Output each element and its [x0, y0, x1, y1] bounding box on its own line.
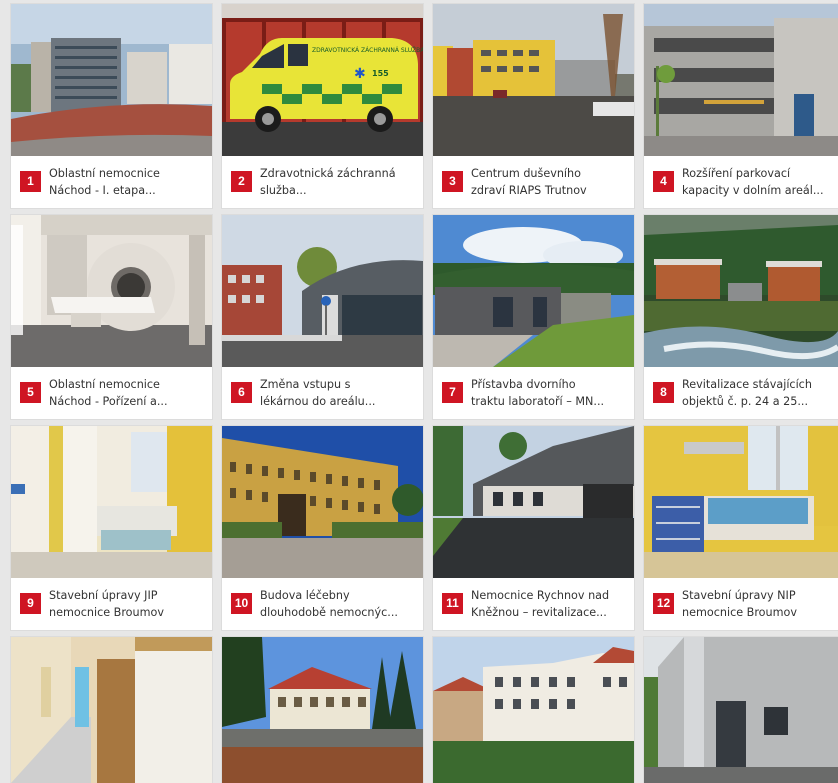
- project-title-line: nemocnice Broumov: [49, 606, 164, 619]
- project-caption: 6 Změna vstupu s lékárnou do areálu...: [222, 367, 423, 419]
- project-card[interactable]: 9 Stavební úpravy JIP nemocnice Broumov: [11, 426, 212, 630]
- project-number-badge: 9: [20, 593, 41, 614]
- project-card[interactable]: [222, 637, 423, 783]
- project-title-line: Oblastní nemocnice: [49, 378, 160, 391]
- project-photo[interactable]: [433, 637, 634, 783]
- project-photo[interactable]: [11, 4, 212, 156]
- svg-text:✱: ✱: [354, 66, 366, 82]
- project-photo[interactable]: [644, 637, 838, 783]
- project-caption: 10 Budova léčebny dlouhodobě nemocnýc...: [222, 578, 423, 630]
- project-card[interactable]: 5 Oblastní nemocnice Náchod - Pořízení a.…: [11, 215, 212, 419]
- project-title[interactable]: Budova léčebny dlouhodobě nemocnýc...: [260, 587, 415, 621]
- project-title-line: dlouhodobě nemocnýc...: [260, 606, 398, 619]
- project-title[interactable]: Stavební úpravy NIP nemocnice Broumov: [682, 587, 830, 621]
- project-photo[interactable]: [11, 215, 212, 367]
- project-caption: 7 Přístavba dvorního traktu laboratoří – …: [433, 367, 634, 419]
- project-title-line: Kněžnou – revitalizace...: [471, 606, 607, 619]
- project-card[interactable]: 11 Nemocnice Rychnov nad Kněžnou – revita…: [433, 426, 634, 630]
- project-photo[interactable]: [222, 215, 423, 367]
- project-title[interactable]: Oblastní nemocnice Náchod - I. etapa...: [49, 165, 204, 199]
- project-title-line: nemocnice Broumov: [682, 606, 797, 619]
- project-title-line: Oblastní nemocnice: [49, 167, 160, 180]
- project-number-badge: 7: [442, 382, 463, 403]
- ambulance-lettering: ZDRAVOTNICKÁ ZÁCHRANNÁ SLUŽBA: [312, 46, 423, 54]
- project-number-badge: 8: [653, 382, 674, 403]
- project-title-line: traktu laboratoří – MN...: [471, 395, 605, 408]
- project-number-badge: 11: [442, 593, 463, 614]
- project-title[interactable]: Změna vstupu s lékárnou do areálu...: [260, 376, 415, 410]
- project-number-badge: 3: [442, 171, 463, 192]
- project-caption: 12 Stavební úpravy NIP nemocnice Broumov: [644, 578, 838, 630]
- ambulance-number: 155: [372, 69, 389, 78]
- project-title-line: Přístavba dvorního: [471, 378, 576, 391]
- project-title[interactable]: Rozšíření parkovací kapacity v dolním are…: [682, 165, 830, 199]
- project-photo[interactable]: [644, 426, 838, 578]
- project-photo[interactable]: [11, 637, 212, 783]
- project-title-line: Změna vstupu s: [260, 378, 351, 391]
- project-title[interactable]: Stavební úpravy JIP nemocnice Broumov: [49, 587, 204, 621]
- project-photo[interactable]: [433, 4, 634, 156]
- project-title-line: Stavební úpravy JIP: [49, 589, 158, 602]
- project-caption: 8 Revitalizace stávajících objektů č. p. …: [644, 367, 838, 419]
- project-card[interactable]: 6 Změna vstupu s lékárnou do areálu...: [222, 215, 423, 419]
- project-title[interactable]: Zdravotnická záchranná služba...: [260, 165, 415, 199]
- project-title[interactable]: Oblastní nemocnice Náchod - Pořízení a...: [49, 376, 204, 410]
- project-title-line: Revitalizace stávajících: [682, 378, 812, 391]
- project-photo[interactable]: [433, 215, 634, 367]
- project-title-line: služba...: [260, 184, 307, 197]
- project-number-badge: 2: [231, 171, 252, 192]
- project-caption: 4 Rozšíření parkovací kapacity v dolním a…: [644, 156, 838, 208]
- project-title-line: zdraví RIAPS Trutnov: [471, 184, 587, 197]
- project-title-line: lékárnou do areálu...: [260, 395, 376, 408]
- project-title[interactable]: Přístavba dvorního traktu laboratoří – MN…: [471, 376, 626, 410]
- project-number-badge: 10: [231, 593, 252, 614]
- project-caption: 9 Stavební úpravy JIP nemocnice Broumov: [11, 578, 212, 630]
- project-photo[interactable]: [644, 4, 838, 156]
- project-card[interactable]: [11, 637, 212, 783]
- project-card[interactable]: ZDRAVOTNICKÁ ZÁCHRANNÁ SLUŽBA 155 ✱ 2 Zd…: [222, 4, 423, 208]
- project-photo[interactable]: [222, 637, 423, 783]
- project-title-line: kapacity v dolním areál...: [682, 184, 824, 197]
- project-number-badge: 1: [20, 171, 41, 192]
- project-caption: 1 Oblastní nemocnice Náchod - I. etapa...: [11, 156, 212, 208]
- project-title-line: Zdravotnická záchranná: [260, 167, 396, 180]
- project-photo[interactable]: [11, 426, 212, 578]
- project-caption: 11 Nemocnice Rychnov nad Kněžnou – revita…: [433, 578, 634, 630]
- project-title-line: Stavební úpravy NIP: [682, 589, 796, 602]
- project-card[interactable]: 7 Přístavba dvorního traktu laboratoří – …: [433, 215, 634, 419]
- project-photo[interactable]: [433, 426, 634, 578]
- project-title[interactable]: Nemocnice Rychnov nad Kněžnou – revitaliz…: [471, 587, 626, 621]
- project-title-line: Centrum duševního: [471, 167, 581, 180]
- project-number-badge: 6: [231, 382, 252, 403]
- project-caption: 3 Centrum duševního zdraví RIAPS Trutnov: [433, 156, 634, 208]
- project-gallery-grid: 1 Oblastní nemocnice Náchod - I. etapa...…: [0, 0, 838, 783]
- project-card[interactable]: 10 Budova léčebny dlouhodobě nemocnýc...: [222, 426, 423, 630]
- project-photo[interactable]: [644, 215, 838, 367]
- project-photo[interactable]: ZDRAVOTNICKÁ ZÁCHRANNÁ SLUŽBA 155 ✱: [222, 4, 423, 156]
- project-title-line: objektů č. p. 24 a 25...: [682, 395, 809, 408]
- project-number-badge: 5: [20, 382, 41, 403]
- project-card[interactable]: 12 Stavební úpravy NIP nemocnice Broumov: [644, 426, 838, 630]
- project-card[interactable]: [644, 637, 838, 783]
- project-title-line: Budova léčebny: [260, 589, 350, 602]
- project-card[interactable]: 1 Oblastní nemocnice Náchod - I. etapa...: [11, 4, 212, 208]
- project-card[interactable]: [433, 637, 634, 783]
- project-caption: 5 Oblastní nemocnice Náchod - Pořízení a.…: [11, 367, 212, 419]
- project-title[interactable]: Revitalizace stávajících objektů č. p. 24…: [682, 376, 830, 410]
- project-card[interactable]: 8 Revitalizace stávajících objektů č. p. …: [644, 215, 838, 419]
- project-number-badge: 4: [653, 171, 674, 192]
- project-title[interactable]: Centrum duševního zdraví RIAPS Trutnov: [471, 165, 626, 199]
- project-title-line: Rozšíření parkovací: [682, 167, 791, 180]
- project-number-badge: 12: [653, 593, 674, 614]
- project-title-line: Nemocnice Rychnov nad: [471, 589, 610, 602]
- project-photo[interactable]: [222, 426, 423, 578]
- project-caption: 2 Zdravotnická záchranná služba...: [222, 156, 423, 208]
- project-card[interactable]: 3 Centrum duševního zdraví RIAPS Trutnov: [433, 4, 634, 208]
- project-title-line: Náchod - I. etapa...: [49, 184, 156, 197]
- project-title-line: Náchod - Pořízení a...: [49, 395, 168, 408]
- project-card[interactable]: 4 Rozšíření parkovací kapacity v dolním a…: [644, 4, 838, 208]
